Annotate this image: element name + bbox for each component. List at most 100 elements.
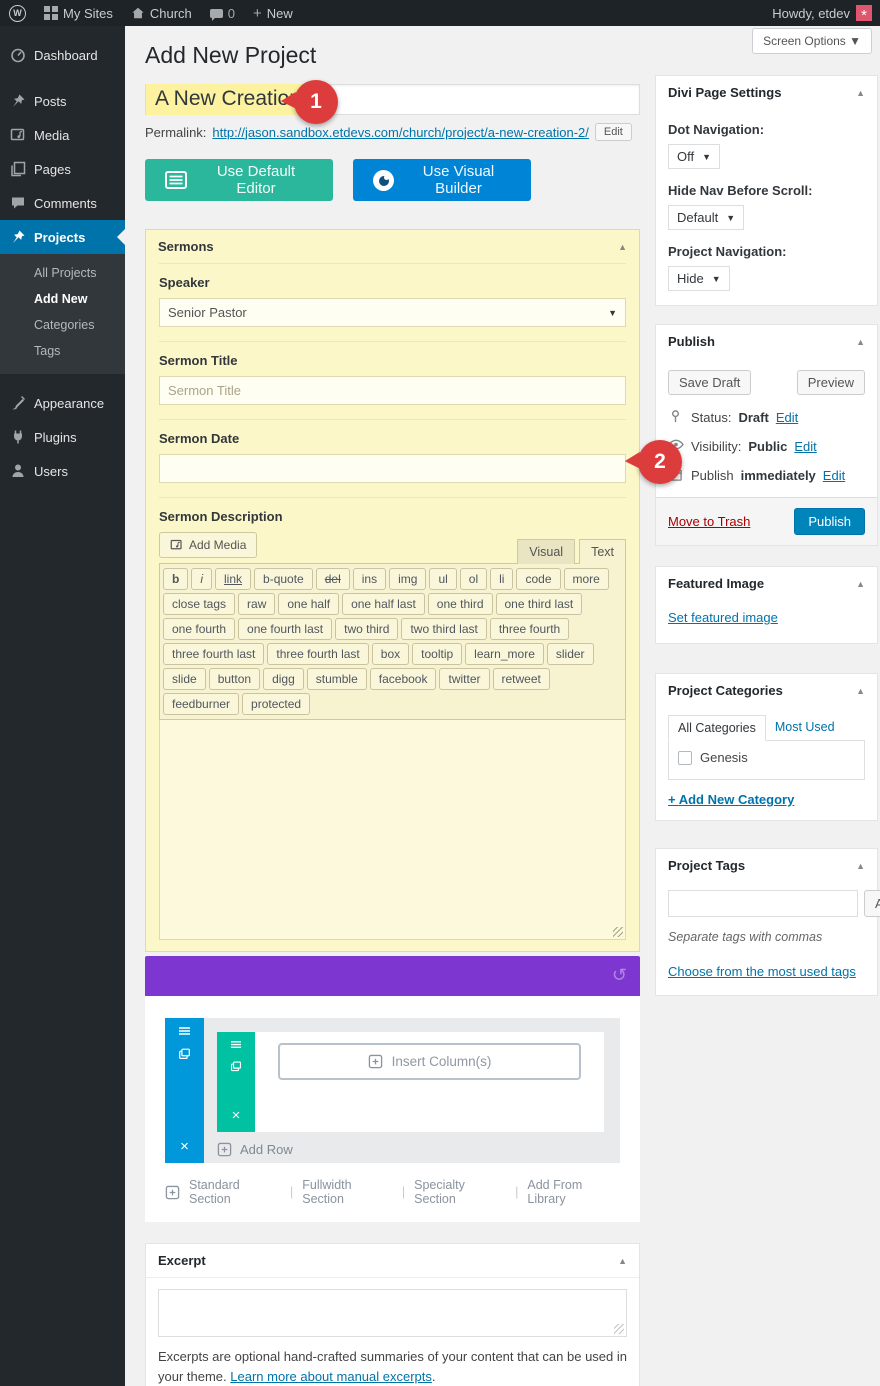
choose-most-used-link[interactable]: Choose from the most used tags [668, 964, 856, 979]
use-default-editor-button[interactable]: Use Default Editor [145, 159, 333, 201]
edit-status-link[interactable]: Edit [776, 410, 798, 425]
add-new-category-link[interactable]: + Add New Category [668, 792, 794, 807]
sermon-date-input[interactable] [159, 454, 626, 483]
add-row-button[interactable]: Add Row [217, 1142, 604, 1157]
new-content-menu[interactable]: + New [244, 0, 302, 26]
quicktag-button[interactable]: slider [546, 643, 594, 665]
edit-visibility-link[interactable]: Edit [794, 439, 816, 454]
sidebar-item-plugins[interactable]: Plugins [0, 420, 125, 454]
duplicate-icon[interactable] [177, 1047, 192, 1061]
title-input[interactable]: A New Creation [145, 84, 640, 115]
add-media-button[interactable]: Add Media [159, 532, 258, 558]
wp-logo-menu[interactable]: W [0, 0, 35, 26]
tab-visual[interactable]: Visual [517, 539, 576, 564]
save-draft-button[interactable]: Save Draft [668, 370, 752, 395]
collapse-toggle-icon[interactable]: ▲ [856, 861, 865, 871]
permalink-url[interactable]: http://jason.sandbox.etdevs.com/church/p… [212, 125, 588, 140]
sidebar-item-dashboard[interactable]: Dashboard [0, 38, 125, 72]
site-menu[interactable]: Church [122, 0, 201, 26]
quicktag-button[interactable]: three fourth last [163, 643, 265, 665]
fullwidth-section-link[interactable]: Fullwidth Section [302, 1178, 393, 1206]
quicktag-button[interactable]: button [208, 668, 261, 690]
quicktag-button[interactable]: one third last [495, 593, 583, 615]
delete-section-icon[interactable]: × [180, 1139, 189, 1154]
standard-section-link[interactable]: Standard Section [189, 1178, 281, 1206]
drag-handle-icon[interactable] [229, 1040, 243, 1051]
quicktag-button[interactable]: img [389, 568, 427, 590]
specialty-section-link[interactable]: Specialty Section [414, 1178, 506, 1206]
quicktag-button[interactable]: ins [352, 568, 387, 590]
collapse-toggle-icon[interactable]: ▲ [856, 579, 865, 589]
comments-menu[interactable]: 0 [201, 0, 244, 26]
quicktag-button[interactable]: protected [242, 693, 311, 715]
permalink-edit-button[interactable]: Edit [594, 123, 632, 141]
use-visual-builder-button[interactable]: Use Visual Builder [353, 159, 531, 201]
my-sites-menu[interactable]: My Sites [35, 0, 122, 26]
sidebar-item-posts[interactable]: Posts [0, 84, 125, 118]
quicktag-button[interactable]: ul [429, 568, 457, 590]
quicktag-button[interactable]: ol [459, 568, 488, 590]
category-checkbox[interactable] [678, 750, 692, 765]
collapse-toggle-icon[interactable]: ▲ [856, 88, 865, 98]
quicktag-button[interactable]: three fourth [489, 618, 570, 640]
quicktag-button[interactable]: one half last [342, 593, 425, 615]
collapse-toggle-icon[interactable]: ▲ [856, 686, 865, 696]
quicktag-button[interactable]: b-quote [254, 568, 313, 590]
sidebar-item-pages[interactable]: Pages [0, 152, 125, 186]
delete-row-icon[interactable]: × [232, 1108, 241, 1123]
project-navigation-select[interactable]: Hide ▼ [668, 266, 730, 291]
insert-columns-button[interactable]: Insert Column(s) [277, 1043, 582, 1080]
hide-nav-select[interactable]: Default ▼ [668, 205, 745, 230]
quicktag-button[interactable]: i [191, 568, 213, 590]
sidebar-item-comments[interactable]: Comments [0, 186, 125, 220]
quicktag-button[interactable]: slide [163, 668, 206, 690]
set-featured-image-link[interactable]: Set featured image [668, 610, 778, 625]
quicktag-button[interactable]: box [371, 643, 410, 665]
resize-handle[interactable] [614, 1324, 624, 1334]
quicktag-button[interactable]: feedburner [163, 693, 240, 715]
quicktag-button[interactable]: one third [427, 593, 493, 615]
collapse-toggle-icon[interactable]: ▲ [856, 337, 865, 347]
user-avatar[interactable]: * [856, 5, 872, 23]
screen-options-button[interactable]: Screen Options ▼ [752, 28, 872, 54]
sidebar-item-users[interactable]: Users [0, 454, 125, 488]
sidebar-item-media[interactable]: Media [0, 118, 125, 152]
quicktag-button[interactable]: two third last [401, 618, 487, 640]
collapse-toggle-icon[interactable]: ▲ [618, 1256, 627, 1266]
sidebar-item-projects[interactable]: Projects [0, 220, 125, 254]
quicktag-button[interactable]: li [490, 568, 514, 590]
publish-button[interactable]: Publish [794, 508, 865, 535]
add-tag-button[interactable]: Add [864, 890, 880, 917]
quicktag-button[interactable]: twitter [439, 668, 490, 690]
excerpt-textarea[interactable] [158, 1289, 627, 1337]
quicktag-button[interactable]: learn_more [465, 643, 544, 665]
submenu-all-projects[interactable]: All Projects [0, 260, 125, 286]
quicktag-button[interactable]: tooltip [412, 643, 463, 665]
tab-most-used[interactable]: Most Used [766, 715, 844, 740]
learn-more-link[interactable]: Learn more about manual excerpts [230, 1369, 432, 1384]
quicktag-button[interactable]: one fourth last [238, 618, 333, 640]
quicktag-button[interactable]: raw [238, 593, 276, 615]
drag-handle-icon[interactable] [177, 1026, 192, 1038]
quicktag-button[interactable]: three fourth last [267, 643, 369, 665]
quicktag-button[interactable]: del [315, 568, 350, 590]
quicktag-button[interactable]: code [516, 568, 561, 590]
quicktag-button[interactable]: two third [335, 618, 399, 640]
submenu-add-new[interactable]: Add New [0, 286, 125, 312]
tab-text[interactable]: Text [579, 539, 626, 564]
resize-handle[interactable] [613, 927, 623, 937]
quicktag-button[interactable]: digg [263, 668, 304, 690]
sermon-title-input[interactable] [159, 376, 626, 405]
howdy-label[interactable]: Howdy, etdev [772, 6, 850, 21]
speaker-select[interactable]: Senior Pastor ▼ [159, 298, 626, 327]
quicktag-button[interactable]: more [563, 568, 609, 590]
quicktag-button[interactable]: one half [278, 593, 340, 615]
quicktag-button[interactable]: link [215, 568, 252, 590]
undo-icon[interactable]: ↺ [612, 965, 627, 986]
duplicate-icon[interactable] [229, 1060, 243, 1073]
quicktag-button[interactable]: one fourth [163, 618, 236, 640]
move-to-trash-link[interactable]: Move to Trash [668, 514, 750, 529]
dot-navigation-select[interactable]: Off ▼ [668, 144, 721, 169]
new-tag-input[interactable] [668, 890, 858, 917]
collapse-toggle-icon[interactable]: ▲ [618, 242, 627, 252]
